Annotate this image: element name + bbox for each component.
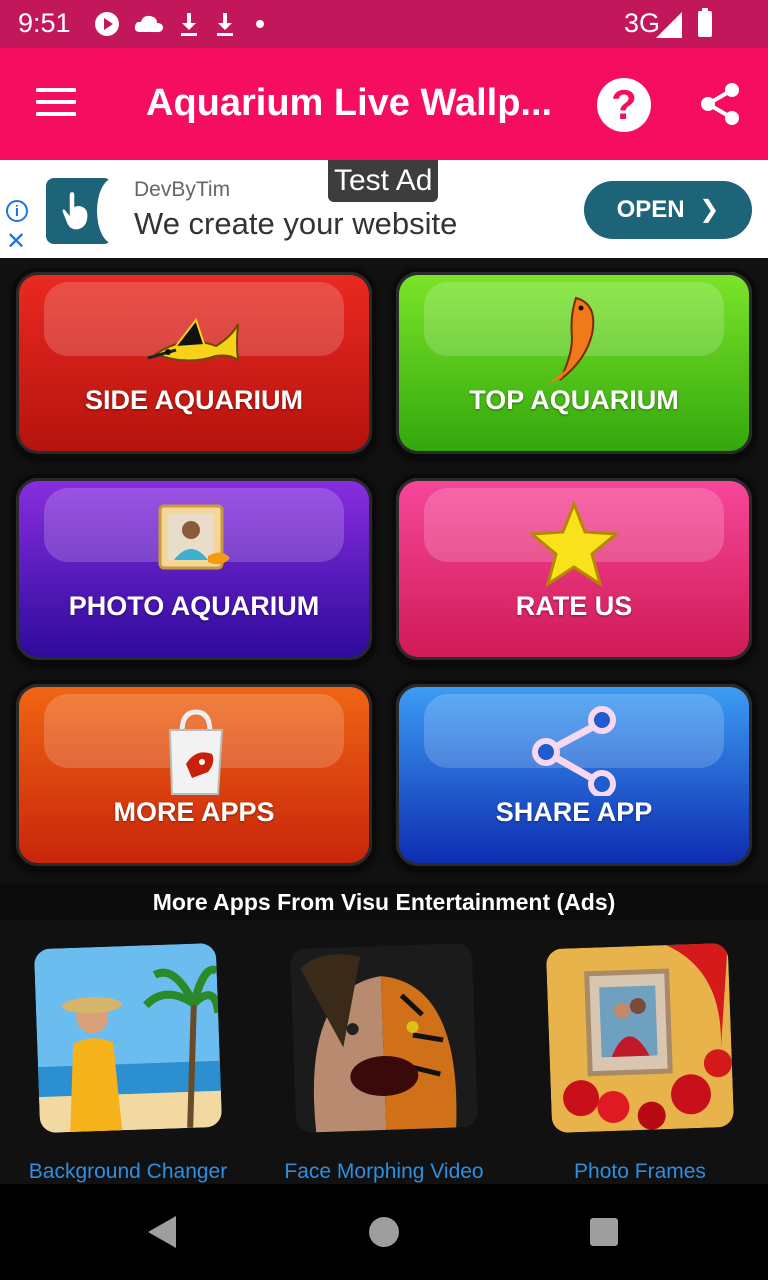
home-icon[interactable] bbox=[369, 1217, 399, 1247]
photo-aquarium-button[interactable]: PHOTO AQUARIUM bbox=[12, 474, 376, 664]
share-icon[interactable] bbox=[700, 82, 740, 126]
rose-frame-image bbox=[545, 942, 735, 1134]
app-bar: Aquarium Live Wallp... ? bbox=[0, 48, 768, 160]
play-icon bbox=[95, 12, 119, 36]
app-thumbnail[interactable] bbox=[545, 942, 735, 1134]
app-title: Aquarium Live Wallp... bbox=[146, 82, 553, 124]
ad-headline: We create your website bbox=[134, 206, 458, 241]
more-apps-header: More Apps From Visu Entertainment (Ads) bbox=[0, 884, 768, 920]
rate-us-label: RATE US bbox=[515, 591, 633, 621]
beach-image bbox=[33, 942, 223, 1134]
shopping-bag-icon bbox=[168, 709, 224, 795]
ad-sponsor: DevByTim bbox=[134, 178, 231, 201]
dot-icon bbox=[256, 20, 264, 28]
ad-open-label: OPEN bbox=[616, 196, 685, 223]
ad-open-button[interactable]: OPEN ❯ bbox=[584, 181, 752, 239]
download-icon bbox=[217, 13, 233, 36]
cloud-icon bbox=[134, 15, 163, 33]
side-aquarium-button[interactable]: SIDE AQUARIUM bbox=[12, 268, 376, 458]
app-thumbnail[interactable] bbox=[289, 942, 479, 1134]
ad-close-icon[interactable]: ✕ bbox=[6, 230, 26, 254]
help-icon[interactable]: ? bbox=[597, 78, 651, 132]
top-aquarium-label: TOP AQUARIUM bbox=[469, 385, 679, 415]
fish-icon bbox=[147, 317, 240, 363]
battery-icon bbox=[698, 8, 712, 37]
app-name[interactable]: Background Changer bbox=[0, 1160, 258, 1184]
face-tiger-image bbox=[289, 942, 479, 1134]
network-type: 3G bbox=[623, 8, 660, 38]
ad-banner[interactable]: i ✕ Test Ad DevByTim We create your webs… bbox=[0, 160, 768, 258]
share-app-label: SHARE APP bbox=[495, 797, 653, 827]
photo-frame-icon bbox=[158, 504, 230, 570]
photo-aquarium-label: PHOTO AQUARIUM bbox=[68, 591, 320, 621]
star-icon bbox=[528, 500, 620, 588]
app-name[interactable]: Face Morphing Video bbox=[254, 1160, 514, 1184]
more-apps-label: MORE APPS bbox=[113, 797, 275, 827]
share-icon bbox=[532, 706, 616, 796]
ad-info-icon[interactable]: i bbox=[6, 200, 28, 222]
download-icon bbox=[181, 13, 197, 36]
rate-us-button[interactable]: RATE US bbox=[392, 474, 756, 664]
top-aquarium-button[interactable]: TOP AQUARIUM bbox=[392, 268, 756, 458]
back-icon[interactable] bbox=[148, 1216, 178, 1248]
ad-test-tag: Test Ad bbox=[328, 160, 439, 202]
chevron-right-icon: ❯ bbox=[699, 196, 720, 223]
koi-fish-icon bbox=[548, 296, 595, 384]
touch-hand-icon bbox=[61, 190, 89, 231]
menu-icon[interactable] bbox=[36, 88, 76, 118]
navigation-bar bbox=[0, 1184, 768, 1280]
ad-logo bbox=[46, 178, 112, 244]
more-apps-list: Background Changer Face Morphing Video P… bbox=[0, 920, 768, 1184]
app-name[interactable]: Photo Frames bbox=[510, 1160, 768, 1184]
app-card-face-morphing[interactable]: Face Morphing Video bbox=[284, 942, 484, 1183]
app-card-photo-frames[interactable]: Photo Frames bbox=[540, 942, 740, 1183]
menu-grid: SIDE AQUARIUM TOP AQUARIUM PHOTO AQUARIU… bbox=[0, 258, 768, 884]
more-apps-button[interactable]: MORE APPS bbox=[12, 680, 376, 870]
signal-icon bbox=[656, 12, 682, 38]
status-bar: 9:51 3G bbox=[0, 0, 768, 48]
app-card-background-changer[interactable]: Background Changer bbox=[28, 942, 228, 1183]
status-notification-icons bbox=[94, 10, 270, 38]
status-time: 9:51 bbox=[18, 8, 71, 38]
side-aquarium-label: SIDE AQUARIUM bbox=[84, 385, 303, 415]
app-thumbnail[interactable] bbox=[33, 942, 223, 1134]
share-app-button[interactable]: SHARE APP bbox=[392, 680, 756, 870]
recent-apps-icon[interactable] bbox=[590, 1218, 618, 1246]
